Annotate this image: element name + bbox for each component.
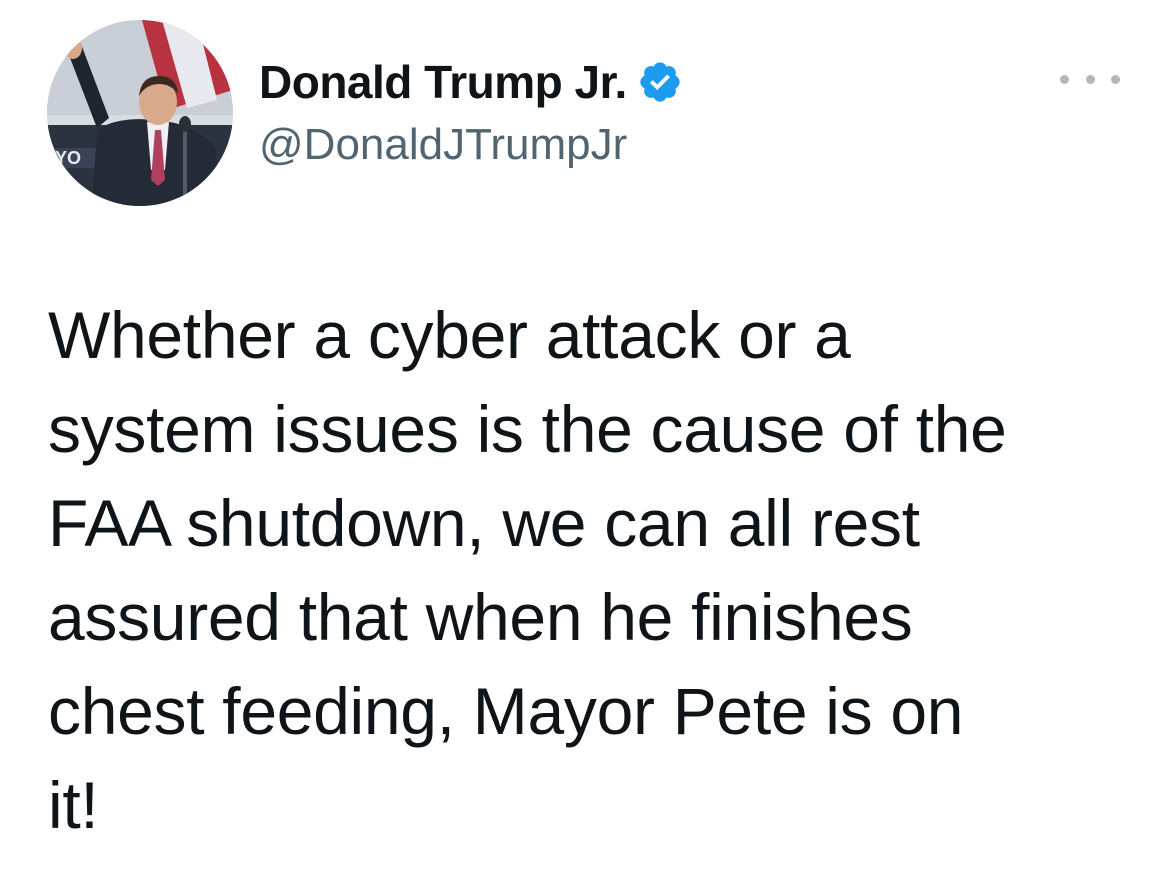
svg-text:YO: YO [55, 148, 81, 168]
tweet-text-line: system issues is the cause of the [48, 392, 1007, 466]
tweet-text: Whether a cyber attack or a system issues… [48, 288, 1138, 852]
tweet-text-line: assured that when he finishes [48, 580, 913, 654]
tweet-text-line: it! [48, 768, 99, 842]
author-display-name[interactable]: Donald Trump Jr. [259, 55, 627, 109]
tweet-text-line: Whether a cyber attack or a [48, 298, 851, 372]
more-options-icon[interactable] [1060, 64, 1120, 94]
tweet-text-line: FAA shutdown, we can all rest [48, 486, 920, 560]
tweet: YO Donald Trump Jr. @DonaldJTrumpJr Whet… [0, 0, 1164, 873]
verified-badge-icon [637, 59, 683, 105]
author-handle[interactable]: @DonaldJTrumpJr [259, 120, 627, 170]
more-dot [1111, 74, 1120, 84]
profile-photo-icon: YO [47, 20, 233, 206]
author-avatar[interactable]: YO [47, 20, 233, 206]
more-dot [1085, 74, 1095, 84]
tweet-text-line: chest feeding, Mayor Pete is on [48, 674, 964, 748]
author-name-row: Donald Trump Jr. [259, 54, 683, 110]
more-dot [1060, 74, 1069, 84]
